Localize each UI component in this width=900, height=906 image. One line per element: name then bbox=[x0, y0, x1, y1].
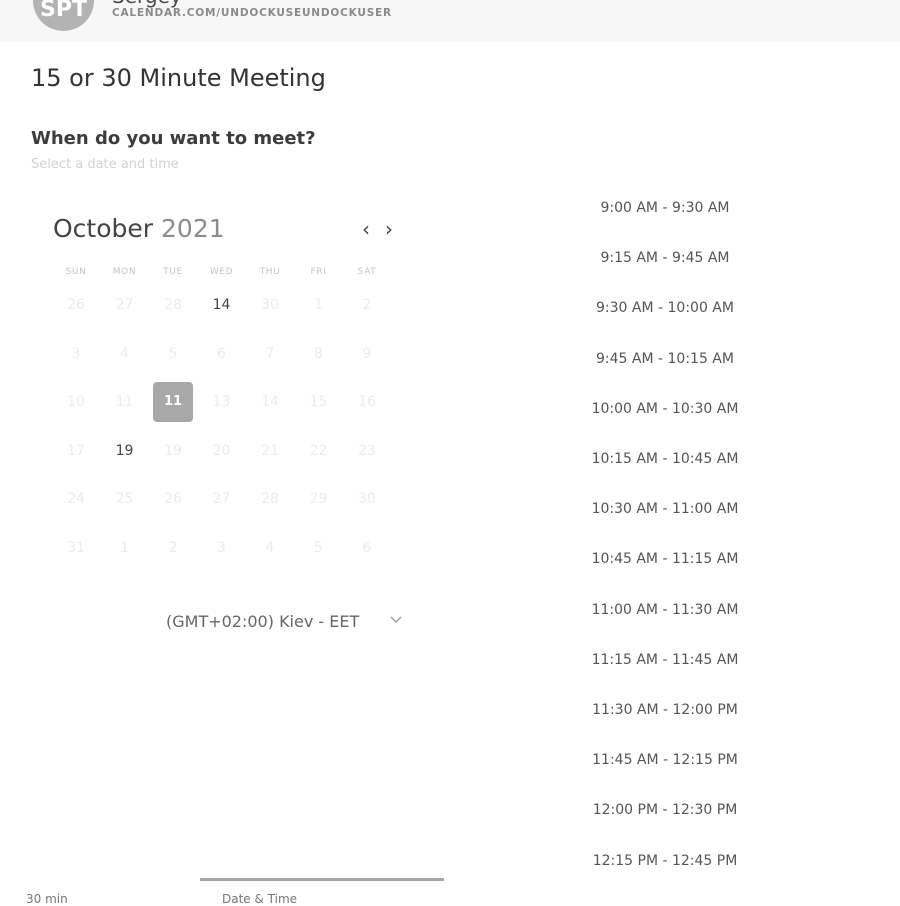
calendar-day: 23 bbox=[358, 442, 376, 459]
time-slot-button[interactable]: 11:15 AM - 11:45 AM bbox=[588, 642, 742, 678]
calendar-day: 7 bbox=[265, 345, 275, 362]
calendar-day: 6 bbox=[217, 345, 226, 362]
calendar-day: 19 bbox=[164, 442, 182, 459]
calendar-day: 30 bbox=[261, 297, 279, 313]
time-slot-button[interactable]: 9:15 AM - 9:45 AM bbox=[588, 240, 742, 276]
time-slot-button[interactable]: 9:30 AM - 10:00 AM bbox=[588, 290, 742, 326]
time-slot-button[interactable]: 9:45 AM - 10:15 AM bbox=[588, 341, 742, 377]
avatar: SPT bbox=[33, 0, 94, 31]
event-title: 15 or 30 Minute Meeting bbox=[31, 64, 326, 92]
calendar-day-available[interactable]: 14 bbox=[202, 285, 242, 325]
weekday-label: TUE bbox=[163, 267, 183, 277]
time-slot-button[interactable]: 10:15 AM - 10:45 AM bbox=[588, 441, 742, 477]
calendar-day: 1 bbox=[120, 539, 129, 556]
weekday-label: MON bbox=[112, 267, 137, 277]
weekday-label: THU bbox=[259, 267, 281, 277]
month-label: October 2021 bbox=[53, 214, 225, 243]
calendar-day: 4 bbox=[265, 539, 275, 556]
tab-date-time[interactable]: Date & Time bbox=[222, 892, 297, 906]
time-slot-button[interactable]: 10:45 AM - 11:15 AM bbox=[588, 541, 742, 577]
weekday-label: WED bbox=[209, 267, 234, 277]
calendar-day: 30 bbox=[358, 491, 376, 507]
calendar-day: 26 bbox=[164, 491, 182, 507]
calendar-day: 27 bbox=[212, 491, 231, 507]
calendar-day: 28 bbox=[261, 491, 279, 507]
timezone-select[interactable]: (GMT+02:00) Kiev - EET bbox=[166, 612, 359, 631]
calendar-day: 2 bbox=[362, 297, 372, 313]
calendar-day-selected[interactable]: 11 bbox=[153, 382, 193, 422]
prev-month-icon[interactable]: ‹ bbox=[357, 218, 375, 240]
calendar-day: 11 bbox=[115, 394, 134, 410]
calendar-day: 29 bbox=[309, 491, 328, 507]
active-tab-indicator bbox=[200, 878, 444, 881]
time-slot-button[interactable]: 11:00 AM - 11:30 AM bbox=[588, 592, 742, 628]
weekday-label: SAT bbox=[357, 267, 377, 277]
calendar-day: 28 bbox=[164, 297, 182, 313]
calendar-day: 8 bbox=[314, 345, 323, 362]
calendar-day: 13 bbox=[212, 394, 231, 410]
calendar-day: 3 bbox=[71, 345, 81, 362]
meet-subtext: Select a date and time bbox=[31, 157, 179, 172]
tab-duration[interactable]: 30 min bbox=[26, 892, 68, 906]
calendar-day: 26 bbox=[67, 297, 85, 313]
calendar-day: 31 bbox=[67, 539, 85, 556]
calendar-day: 9 bbox=[362, 345, 372, 362]
time-slot-button[interactable]: 11:45 AM - 12:15 PM bbox=[588, 742, 742, 778]
calendar-day: 10 bbox=[67, 394, 85, 410]
calendar-day: 22 bbox=[309, 442, 328, 459]
year: 2021 bbox=[161, 214, 225, 243]
calendar-day: 1 bbox=[314, 297, 323, 313]
calendar-day: 2 bbox=[168, 539, 178, 556]
time-slot-button[interactable]: 9:00 AM - 9:30 AM bbox=[588, 190, 742, 226]
calendar-day: 5 bbox=[168, 345, 178, 362]
calendar-day: 25 bbox=[115, 491, 134, 507]
calendar-day-available[interactable]: 19 bbox=[105, 431, 145, 471]
calendar-day: 16 bbox=[358, 394, 376, 410]
time-slot-button[interactable]: 11:30 AM - 12:00 PM bbox=[588, 692, 742, 728]
calendar-day: 24 bbox=[67, 491, 85, 507]
time-slot-button[interactable]: 10:30 AM - 11:00 AM bbox=[588, 491, 742, 527]
calendar-day: 3 bbox=[217, 539, 226, 556]
time-slot-button[interactable]: 10:00 AM - 10:30 AM bbox=[588, 391, 742, 427]
calendar-day: 15 bbox=[309, 394, 328, 410]
time-slot-button[interactable]: 12:15 PM - 12:45 PM bbox=[588, 843, 742, 879]
calendar-day: 21 bbox=[261, 442, 279, 459]
profile-header: SPT Sergey CALENDAR.COM/UNDOCKUSEUNDOCKU… bbox=[0, 0, 900, 42]
calendar-day: 4 bbox=[120, 345, 129, 362]
meet-question: When do you want to meet? bbox=[31, 128, 316, 149]
month-name: October bbox=[53, 214, 154, 243]
calendar-day: 27 bbox=[115, 297, 134, 313]
weekday-label: FRI bbox=[310, 267, 327, 277]
calendar-day: 17 bbox=[67, 442, 85, 459]
calendar-day: 5 bbox=[314, 539, 323, 556]
time-slot-button[interactable]: 12:00 PM - 12:30 PM bbox=[588, 792, 742, 828]
weekday-label: SUN bbox=[65, 267, 87, 277]
chevron-down-icon[interactable] bbox=[389, 613, 403, 627]
calendar-day: 14 bbox=[261, 394, 279, 410]
calendar-day: 20 bbox=[212, 442, 231, 459]
calendar-url[interactable]: CALENDAR.COM/UNDOCKUSEUNDOCKUSER bbox=[112, 7, 392, 19]
calendar-day: 6 bbox=[362, 539, 372, 556]
next-month-icon[interactable]: › bbox=[380, 218, 398, 240]
